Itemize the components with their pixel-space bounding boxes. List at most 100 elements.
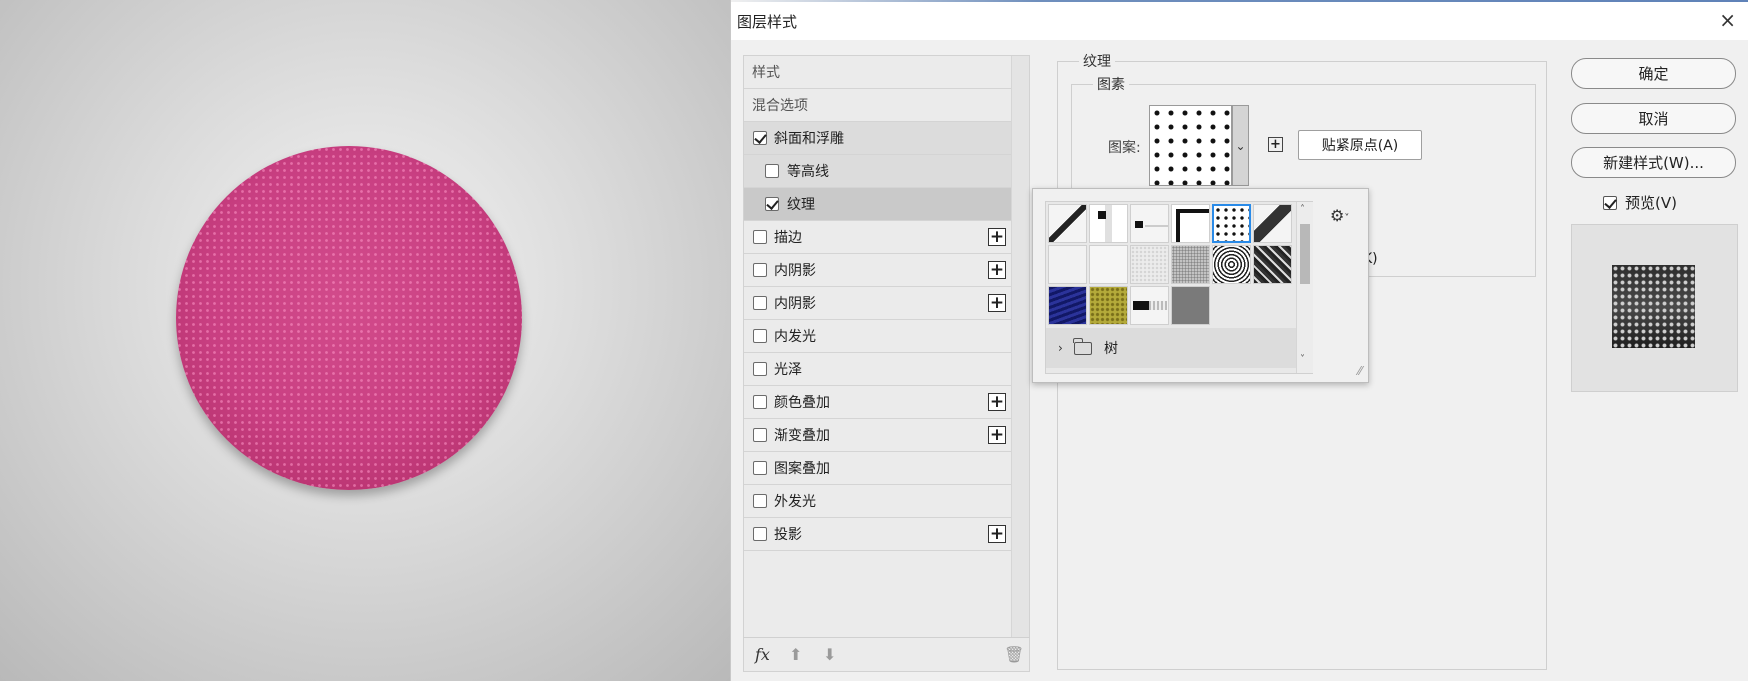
- add-drop-shadow-icon[interactable]: +: [988, 525, 1006, 543]
- add-gradient-overlay-icon[interactable]: +: [988, 426, 1006, 444]
- resize-grip-icon[interactable]: ⁄⁄: [1358, 364, 1362, 378]
- new-style-button[interactable]: 新建样式(W)...: [1571, 147, 1736, 178]
- style-list-panel: 样式 混合选项 斜面和浮雕 等高线 纹理 描边 + 内阴影 + 内阴影 + 内发…: [743, 55, 1030, 672]
- ok-button[interactable]: 确定: [1571, 58, 1736, 89]
- move-up-icon[interactable]: ⬆: [789, 645, 802, 664]
- style-item-label: 渐变叠加: [774, 428, 830, 444]
- pattern-tile-black-bar-fade[interactable]: [1130, 286, 1169, 325]
- document-canvas[interactable]: [0, 0, 730, 681]
- style-item-inner-shadow[interactable]: 内阴影 +: [744, 254, 1012, 287]
- pattern-tile-dots-selected[interactable]: [1212, 204, 1251, 243]
- pattern-picker-scrollbar[interactable]: ˄ ˅: [1296, 202, 1313, 373]
- pattern-tile-black-white-marble[interactable]: [1253, 245, 1292, 284]
- move-down-icon[interactable]: ⬇: [823, 645, 836, 664]
- blend-options-label: 混合选项: [752, 98, 808, 114]
- pattern-tile-square-column[interactable]: [1089, 204, 1128, 243]
- contour-checkbox[interactable]: [765, 164, 779, 178]
- pattern-tile-diagonal-blocks[interactable]: [1253, 204, 1292, 243]
- chevron-right-icon[interactable]: ›: [1058, 341, 1063, 355]
- style-item-satin[interactable]: 光泽: [744, 353, 1012, 386]
- add-inner-shadow-2-icon[interactable]: +: [988, 294, 1006, 312]
- style-item-label: 外发光: [774, 494, 816, 510]
- pattern-tile-small-square[interactable]: [1130, 204, 1169, 243]
- style-list-toolbar: fx ⬆ ⬇ 🗑: [743, 637, 1030, 672]
- bevel-emboss-checkbox[interactable]: [753, 131, 767, 145]
- pattern-picker-popup: › 树 ˄ ˅ ⚙˅ ⁄⁄: [1032, 188, 1369, 383]
- fx-icon[interactable]: fx: [755, 645, 770, 664]
- pattern-grid: › 树 ˄ ˅: [1045, 201, 1313, 374]
- pattern-tile-yellow-texture[interactable]: [1089, 286, 1128, 325]
- style-item-outer-glow[interactable]: 外发光: [744, 485, 1012, 518]
- style-header-label: 样式: [752, 65, 780, 81]
- style-item-inner-glow[interactable]: 内发光: [744, 320, 1012, 353]
- style-list-scrollbar[interactable]: [1011, 56, 1029, 638]
- dialog-titlebar[interactable]: 图层样式 ×: [731, 2, 1748, 40]
- pattern-tile-concentric-squares[interactable]: [1212, 245, 1251, 284]
- pattern-swatch[interactable]: [1149, 105, 1232, 186]
- add-inner-shadow-icon[interactable]: +: [988, 261, 1006, 279]
- color-overlay-checkbox[interactable]: [753, 395, 767, 409]
- style-item-gradient-overlay[interactable]: 渐变叠加 +: [744, 419, 1012, 452]
- gear-caret: ˅: [1344, 213, 1350, 224]
- folder-icon: [1073, 337, 1092, 355]
- pattern-tile-white-noise-2[interactable]: [1089, 245, 1128, 284]
- chevron-down-icon[interactable]: ⌄: [1232, 105, 1249, 186]
- style-item-label: 投影: [774, 527, 802, 543]
- style-item-stroke[interactable]: 描边 +: [744, 221, 1012, 254]
- style-item-label: 描边: [774, 230, 802, 246]
- texture-checkbox[interactable]: [765, 197, 779, 211]
- style-item-label: 内阴影: [774, 296, 816, 312]
- pattern-label: 图案:: [1108, 140, 1141, 156]
- pattern-tile-gray-noise[interactable]: [1171, 245, 1210, 284]
- style-item-label: 斜面和浮雕: [774, 131, 844, 147]
- dialog-title: 图层样式: [737, 13, 798, 31]
- preview-toggle[interactable]: 预览(V): [1603, 192, 1677, 213]
- cancel-button[interactable]: 取消: [1571, 103, 1736, 134]
- new-preset-icon[interactable]: +: [1268, 137, 1283, 152]
- inner-shadow-checkbox[interactable]: [753, 263, 767, 277]
- inner-shadow-2-checkbox[interactable]: [753, 296, 767, 310]
- scroll-thumb[interactable]: [1300, 224, 1310, 284]
- drop-shadow-checkbox[interactable]: [753, 527, 767, 541]
- trash-icon[interactable]: 🗑: [1004, 645, 1024, 664]
- pattern-folder-tree[interactable]: › 树: [1046, 328, 1296, 368]
- pattern-tile-white-noise-1[interactable]: [1048, 245, 1087, 284]
- style-item-color-overlay[interactable]: 颜色叠加 +: [744, 386, 1012, 419]
- style-item-bevel-emboss[interactable]: 斜面和浮雕: [744, 122, 1012, 155]
- outer-glow-checkbox[interactable]: [753, 494, 767, 508]
- gear-icon[interactable]: ⚙˅: [1330, 206, 1349, 225]
- style-item-label: 内发光: [774, 329, 816, 345]
- stroke-checkbox[interactable]: [753, 230, 767, 244]
- gradient-overlay-checkbox[interactable]: [753, 428, 767, 442]
- close-icon[interactable]: ×: [1719, 8, 1736, 32]
- pattern-tile-light-grain[interactable]: [1130, 245, 1169, 284]
- style-item-drop-shadow[interactable]: 投影 +: [744, 518, 1012, 551]
- style-list-header[interactable]: 样式: [744, 56, 1012, 89]
- satin-checkbox[interactable]: [753, 362, 767, 376]
- blend-options-item[interactable]: 混合选项: [744, 89, 1012, 122]
- pattern-tile-blue-waves[interactable]: [1048, 286, 1087, 325]
- elements-group-title: 图素: [1093, 74, 1129, 94]
- style-item-inner-shadow-2[interactable]: 内阴影 +: [744, 287, 1012, 320]
- scroll-up-icon[interactable]: ˄: [1300, 204, 1305, 215]
- pattern-tile-corner-frame[interactable]: [1171, 204, 1210, 243]
- inner-glow-checkbox[interactable]: [753, 329, 767, 343]
- style-item-label: 颜色叠加: [774, 395, 830, 411]
- textured-disc-layer: [176, 146, 522, 490]
- add-stroke-icon[interactable]: +: [988, 228, 1006, 246]
- style-item-texture[interactable]: 纹理: [744, 188, 1012, 221]
- style-item-label: 光泽: [774, 362, 802, 378]
- preview-checkbox[interactable]: [1603, 195, 1617, 210]
- style-preview-thumbnail: [1612, 265, 1695, 348]
- scroll-down-icon[interactable]: ˅: [1300, 354, 1305, 365]
- style-item-contour[interactable]: 等高线: [744, 155, 1012, 188]
- snap-to-origin-button[interactable]: 贴紧原点(A): [1298, 130, 1422, 160]
- style-preview-box: [1571, 224, 1738, 392]
- style-item-pattern-overlay[interactable]: 图案叠加: [744, 452, 1012, 485]
- add-color-overlay-icon[interactable]: +: [988, 393, 1006, 411]
- pattern-tile-diagonal-steps[interactable]: [1048, 204, 1087, 243]
- preview-label: 预览(V): [1625, 194, 1677, 212]
- style-item-label: 内阴影: [774, 263, 816, 279]
- pattern-overlay-checkbox[interactable]: [753, 461, 767, 475]
- pattern-tile-gray-solid[interactable]: [1171, 286, 1210, 325]
